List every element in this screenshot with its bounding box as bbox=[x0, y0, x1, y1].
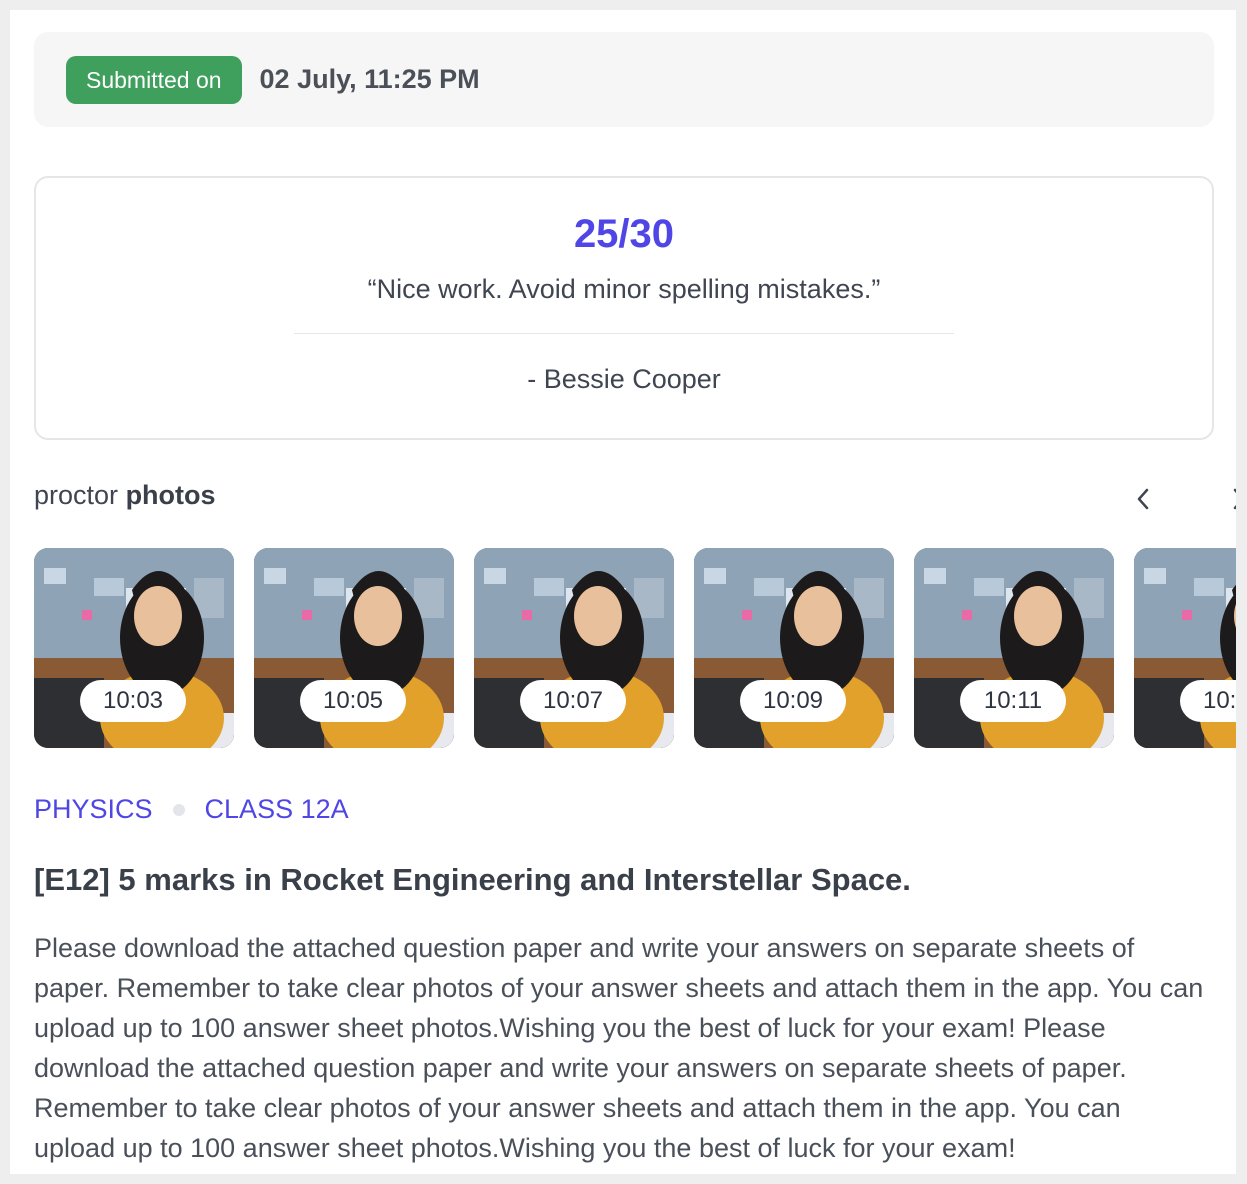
photo-timestamp: 10:03 bbox=[80, 680, 186, 722]
proctor-photo[interactable]: 10:07 bbox=[474, 548, 674, 748]
submitted-badge: Submitted on bbox=[66, 55, 242, 104]
subject-tag[interactable]: CLASS 12A bbox=[205, 794, 349, 825]
score-value: 25/30 bbox=[573, 212, 675, 256]
comment-author: - Bessie Cooper bbox=[527, 364, 721, 394]
proctor-photo[interactable]: 10:11 bbox=[914, 548, 1114, 748]
photo-timestamp: 10:13 bbox=[1180, 680, 1236, 722]
proctor-photo[interactable]: 10:13 bbox=[1134, 548, 1236, 748]
subject-tag[interactable]: PHYSICS bbox=[34, 794, 153, 825]
assignment-title: [E12] 5 marks in Rocket Engineering and … bbox=[34, 862, 911, 897]
photo-timestamp: 10:09 bbox=[740, 680, 846, 722]
proctor-photo[interactable]: 10:05 bbox=[254, 548, 454, 748]
photo-timestamp: 10:07 bbox=[520, 680, 626, 722]
photo-timestamp: 10:11 bbox=[960, 680, 1066, 722]
title-bold: photos bbox=[125, 480, 216, 510]
proctor-photos-title: proctor photos bbox=[34, 480, 216, 510]
title-prefix: proctor bbox=[34, 480, 119, 510]
chevron-right-icon[interactable] bbox=[1230, 484, 1236, 521]
score-card: 25/30 “Nice work. Avoid minor spelling m… bbox=[34, 176, 1214, 440]
assignment-description: Please download the attached question pa… bbox=[34, 933, 1204, 1163]
proctor-photos-header: proctor photos bbox=[34, 480, 1236, 520]
proctor-photo[interactable]: 10:09 bbox=[694, 548, 894, 748]
submission-bar: Submitted on 02 July, 11:25 PM bbox=[34, 32, 1214, 127]
subject-tags: PHYSICS CLASS 12A bbox=[34, 794, 349, 825]
tag-separator-dot bbox=[172, 803, 185, 816]
proctor-photos-carousel[interactable]: 10:03 10:05 10:07 10:09 10:11 10: bbox=[34, 548, 1236, 748]
submission-panel: Submitted on 02 July, 11:25 PM 25/30 “Ni… bbox=[10, 10, 1236, 1174]
proctor-photo[interactable]: 10:03 bbox=[34, 548, 234, 748]
teacher-comment: “Nice work. Avoid minor spelling mistake… bbox=[367, 274, 881, 304]
divider bbox=[294, 333, 954, 334]
photo-timestamp: 10:05 bbox=[300, 680, 406, 722]
submitted-date: 02 July, 11:25 PM bbox=[259, 64, 480, 94]
chevron-left-icon[interactable] bbox=[1134, 484, 1152, 521]
